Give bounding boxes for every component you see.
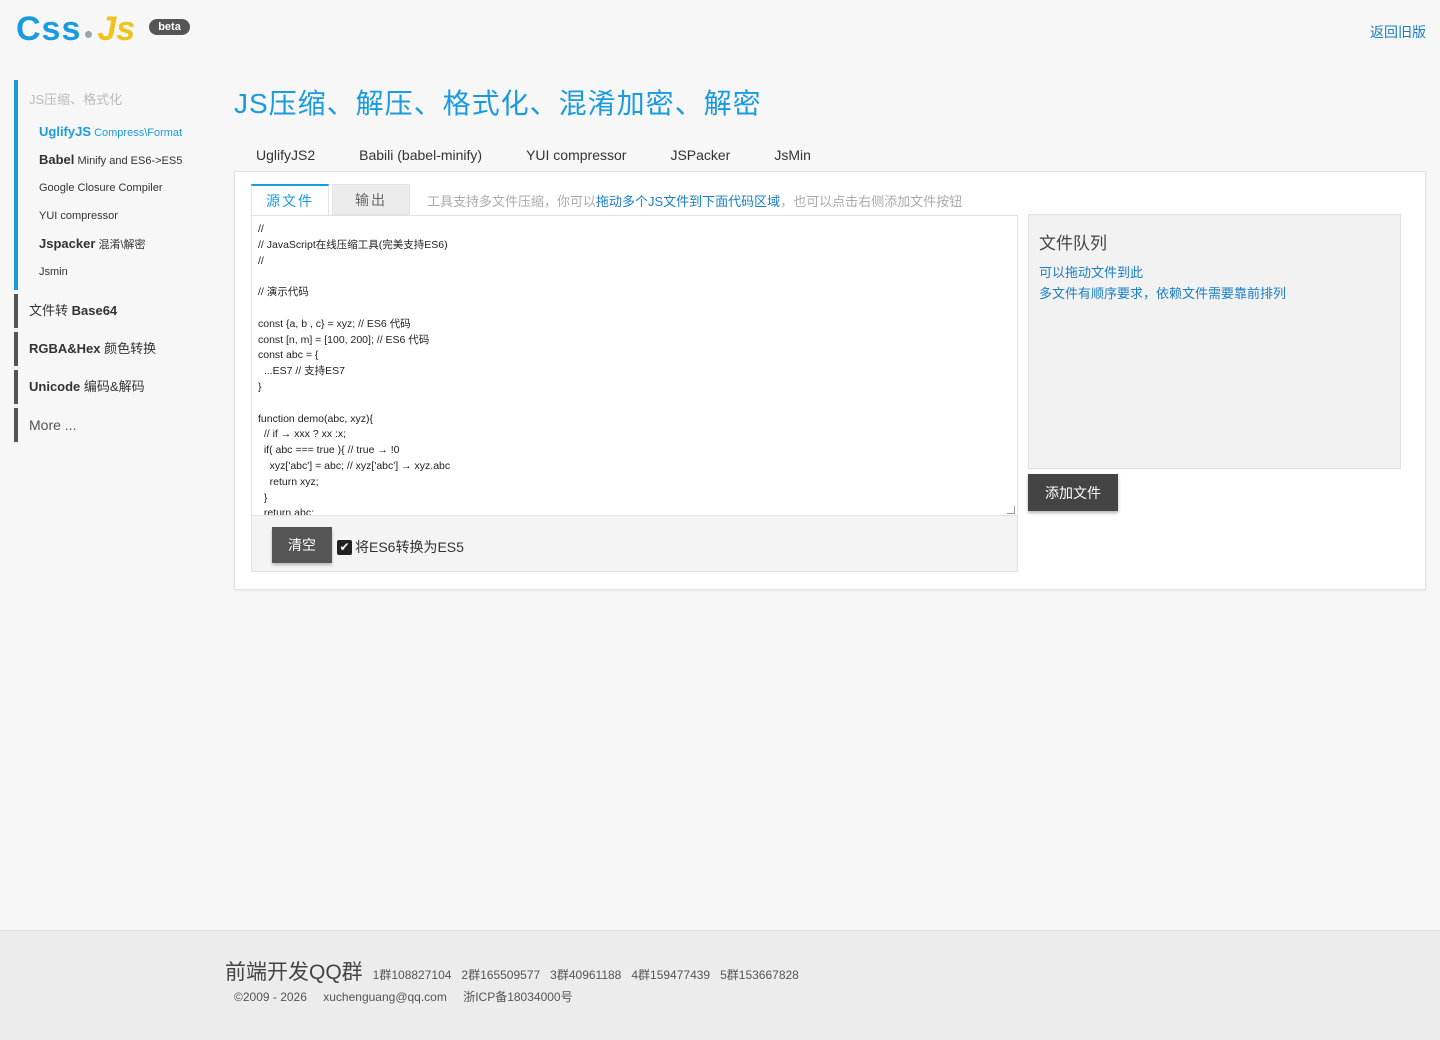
tab-jspacker[interactable]: JSPacker	[670, 147, 730, 163]
back-to-old-version-link[interactable]: 返回旧版	[1370, 22, 1426, 42]
sidebar-item-google-closure[interactable]: Google Closure Compiler	[18, 174, 214, 202]
sidebar-item-jsmin[interactable]: Jsmin	[18, 258, 214, 286]
sidebar-link-base64[interactable]: 文件转 Base64	[14, 294, 214, 328]
tool-tabs: UglifyJS2 Babili (babel-minify) YUI comp…	[256, 147, 855, 163]
sidebar-item-bold: Jspacker	[39, 236, 96, 251]
sidebar: JS压缩、格式化 UglifyJS Compress\Format Babel …	[14, 80, 214, 442]
sidebar-link-unicode[interactable]: Unicode 编码&解码	[14, 370, 214, 404]
qq-group: 5群153667828	[720, 968, 799, 982]
hint-text: 工具支持多文件压缩，你可以	[427, 194, 597, 209]
source-code-textarea[interactable]: // // JavaScript在线压缩工具(完美支持ES6) // // 演示…	[252, 216, 1017, 516]
footer-qq-groups: 前端开发QQ群 1群108827104 2群165509577 3群409611…	[225, 956, 809, 986]
sidebar-link-bold: RGBA&Hex	[29, 341, 101, 356]
resize-handle-icon[interactable]	[1007, 506, 1015, 514]
footer: 前端开发QQ群 1群108827104 2群165509577 3群409611…	[0, 930, 1440, 1040]
sidebar-item-label: Minify and ES6->ES5	[74, 155, 183, 167]
contact-email[interactable]: xuchenguang@qq.com	[323, 990, 447, 1004]
sidebar-link-rgba-hex[interactable]: RGBA&Hex 颜色转换	[14, 332, 214, 366]
sidebar-item-uglifyjs[interactable]: UglifyJS Compress\Format	[18, 118, 214, 146]
sidebar-item-bold: Babel	[39, 152, 75, 167]
sidebar-link-post: 颜色转换	[100, 341, 157, 356]
hint-highlight: 拖动多个JS文件到下面代码区域	[596, 194, 781, 209]
sidebar-group-heading[interactable]: JS压缩、格式化	[18, 86, 214, 118]
sub-tabs: 源文件 输出	[251, 184, 410, 215]
sidebar-item-label: Google Closure Compiler	[39, 182, 163, 194]
sidebar-group-js: JS压缩、格式化 UglifyJS Compress\Format Babel …	[14, 80, 214, 290]
es6-checkbox-label: 将ES6转换为ES5	[355, 539, 464, 555]
qq-group: 2群165509577	[461, 968, 541, 982]
file-queue-title: 文件队列	[1039, 234, 1107, 253]
tab-jsmin[interactable]: JsMin	[774, 147, 811, 163]
sidebar-item-label: Compress\Format	[91, 127, 183, 139]
sidebar-item-bold: UglifyJS	[39, 124, 92, 139]
footer-title: 前端开发QQ群	[225, 961, 363, 984]
file-queue[interactable]: 文件队列 可以拖动文件到此 多文件有顺序要求，依赖文件需要靠前排列	[1028, 214, 1401, 469]
copyright: ©2009 - 2026	[234, 990, 307, 1004]
sidebar-item-yui[interactable]: YUI compressor	[18, 202, 214, 230]
sidebar-item-label: Jsmin	[39, 266, 68, 278]
qq-group: 1群108827104	[372, 968, 452, 982]
logo-dot	[85, 31, 93, 38]
checkbox-checked-icon[interactable]: ✔	[337, 539, 352, 555]
icp-record[interactable]: 浙ICP备18034000号	[463, 990, 572, 1004]
sidebar-link-pre: 文件转	[29, 303, 72, 318]
sidebar-link-more[interactable]: More ...	[14, 408, 214, 442]
qq-group: 3群40961188	[550, 968, 622, 982]
file-queue-hint: 可以拖动文件到此	[1039, 265, 1144, 280]
file-queue-order-hint: 多文件有顺序要求，依赖文件需要靠前排列	[1039, 286, 1287, 301]
editor-box: // // JavaScript在线压缩工具(完美支持ES6) // // 演示…	[251, 215, 1018, 572]
footer-meta: ©2009 - 2026 xuchenguang@qq.com 浙ICP备180…	[234, 988, 586, 1005]
sidebar-item-jspacker[interactable]: Jspacker 混淆\解密	[18, 230, 214, 258]
clear-button[interactable]: 清空	[272, 527, 332, 563]
sidebar-link-bold: Base64	[71, 303, 118, 318]
logo-css-text: Css	[16, 10, 82, 48]
hint-text: ，也可以点击右侧添加文件按钮	[780, 194, 963, 209]
drag-hint: 工具支持多文件压缩，你可以拖动多个JS文件到下面代码区域，也可以点击右侧添加文件…	[427, 191, 962, 210]
sidebar-item-label: YUI compressor	[39, 210, 118, 222]
sidebar-link-post: 编码&解码	[80, 379, 145, 394]
beta-badge: beta	[149, 18, 190, 35]
es6-to-es5-checkbox[interactable]: ✔ 将ES6转换为ES5	[337, 537, 464, 557]
page-title: JS压缩、解压、格式化、混淆加密、解密	[234, 88, 762, 119]
tool-panel: 源文件 输出 工具支持多文件压缩，你可以拖动多个JS文件到下面代码区域，也可以点…	[234, 171, 1426, 590]
tab-output[interactable]: 输出	[332, 184, 410, 215]
site-logo[interactable]: Css Js beta	[16, 10, 190, 49]
sidebar-link-bold: Unicode	[29, 379, 81, 394]
add-file-button[interactable]: 添加文件	[1028, 474, 1118, 511]
logo-js-text: Js	[97, 10, 136, 48]
tab-babili[interactable]: Babili (babel-minify)	[359, 147, 482, 163]
tab-yui-compressor[interactable]: YUI compressor	[526, 147, 626, 163]
qq-group: 4群159477439	[631, 968, 711, 982]
tab-source-file[interactable]: 源文件	[251, 184, 329, 215]
sidebar-item-babel[interactable]: Babel Minify and ES6->ES5	[18, 146, 214, 174]
tab-uglifyjs2[interactable]: UglifyJS2	[256, 147, 315, 163]
sidebar-item-label: 混淆\解密	[95, 239, 146, 251]
